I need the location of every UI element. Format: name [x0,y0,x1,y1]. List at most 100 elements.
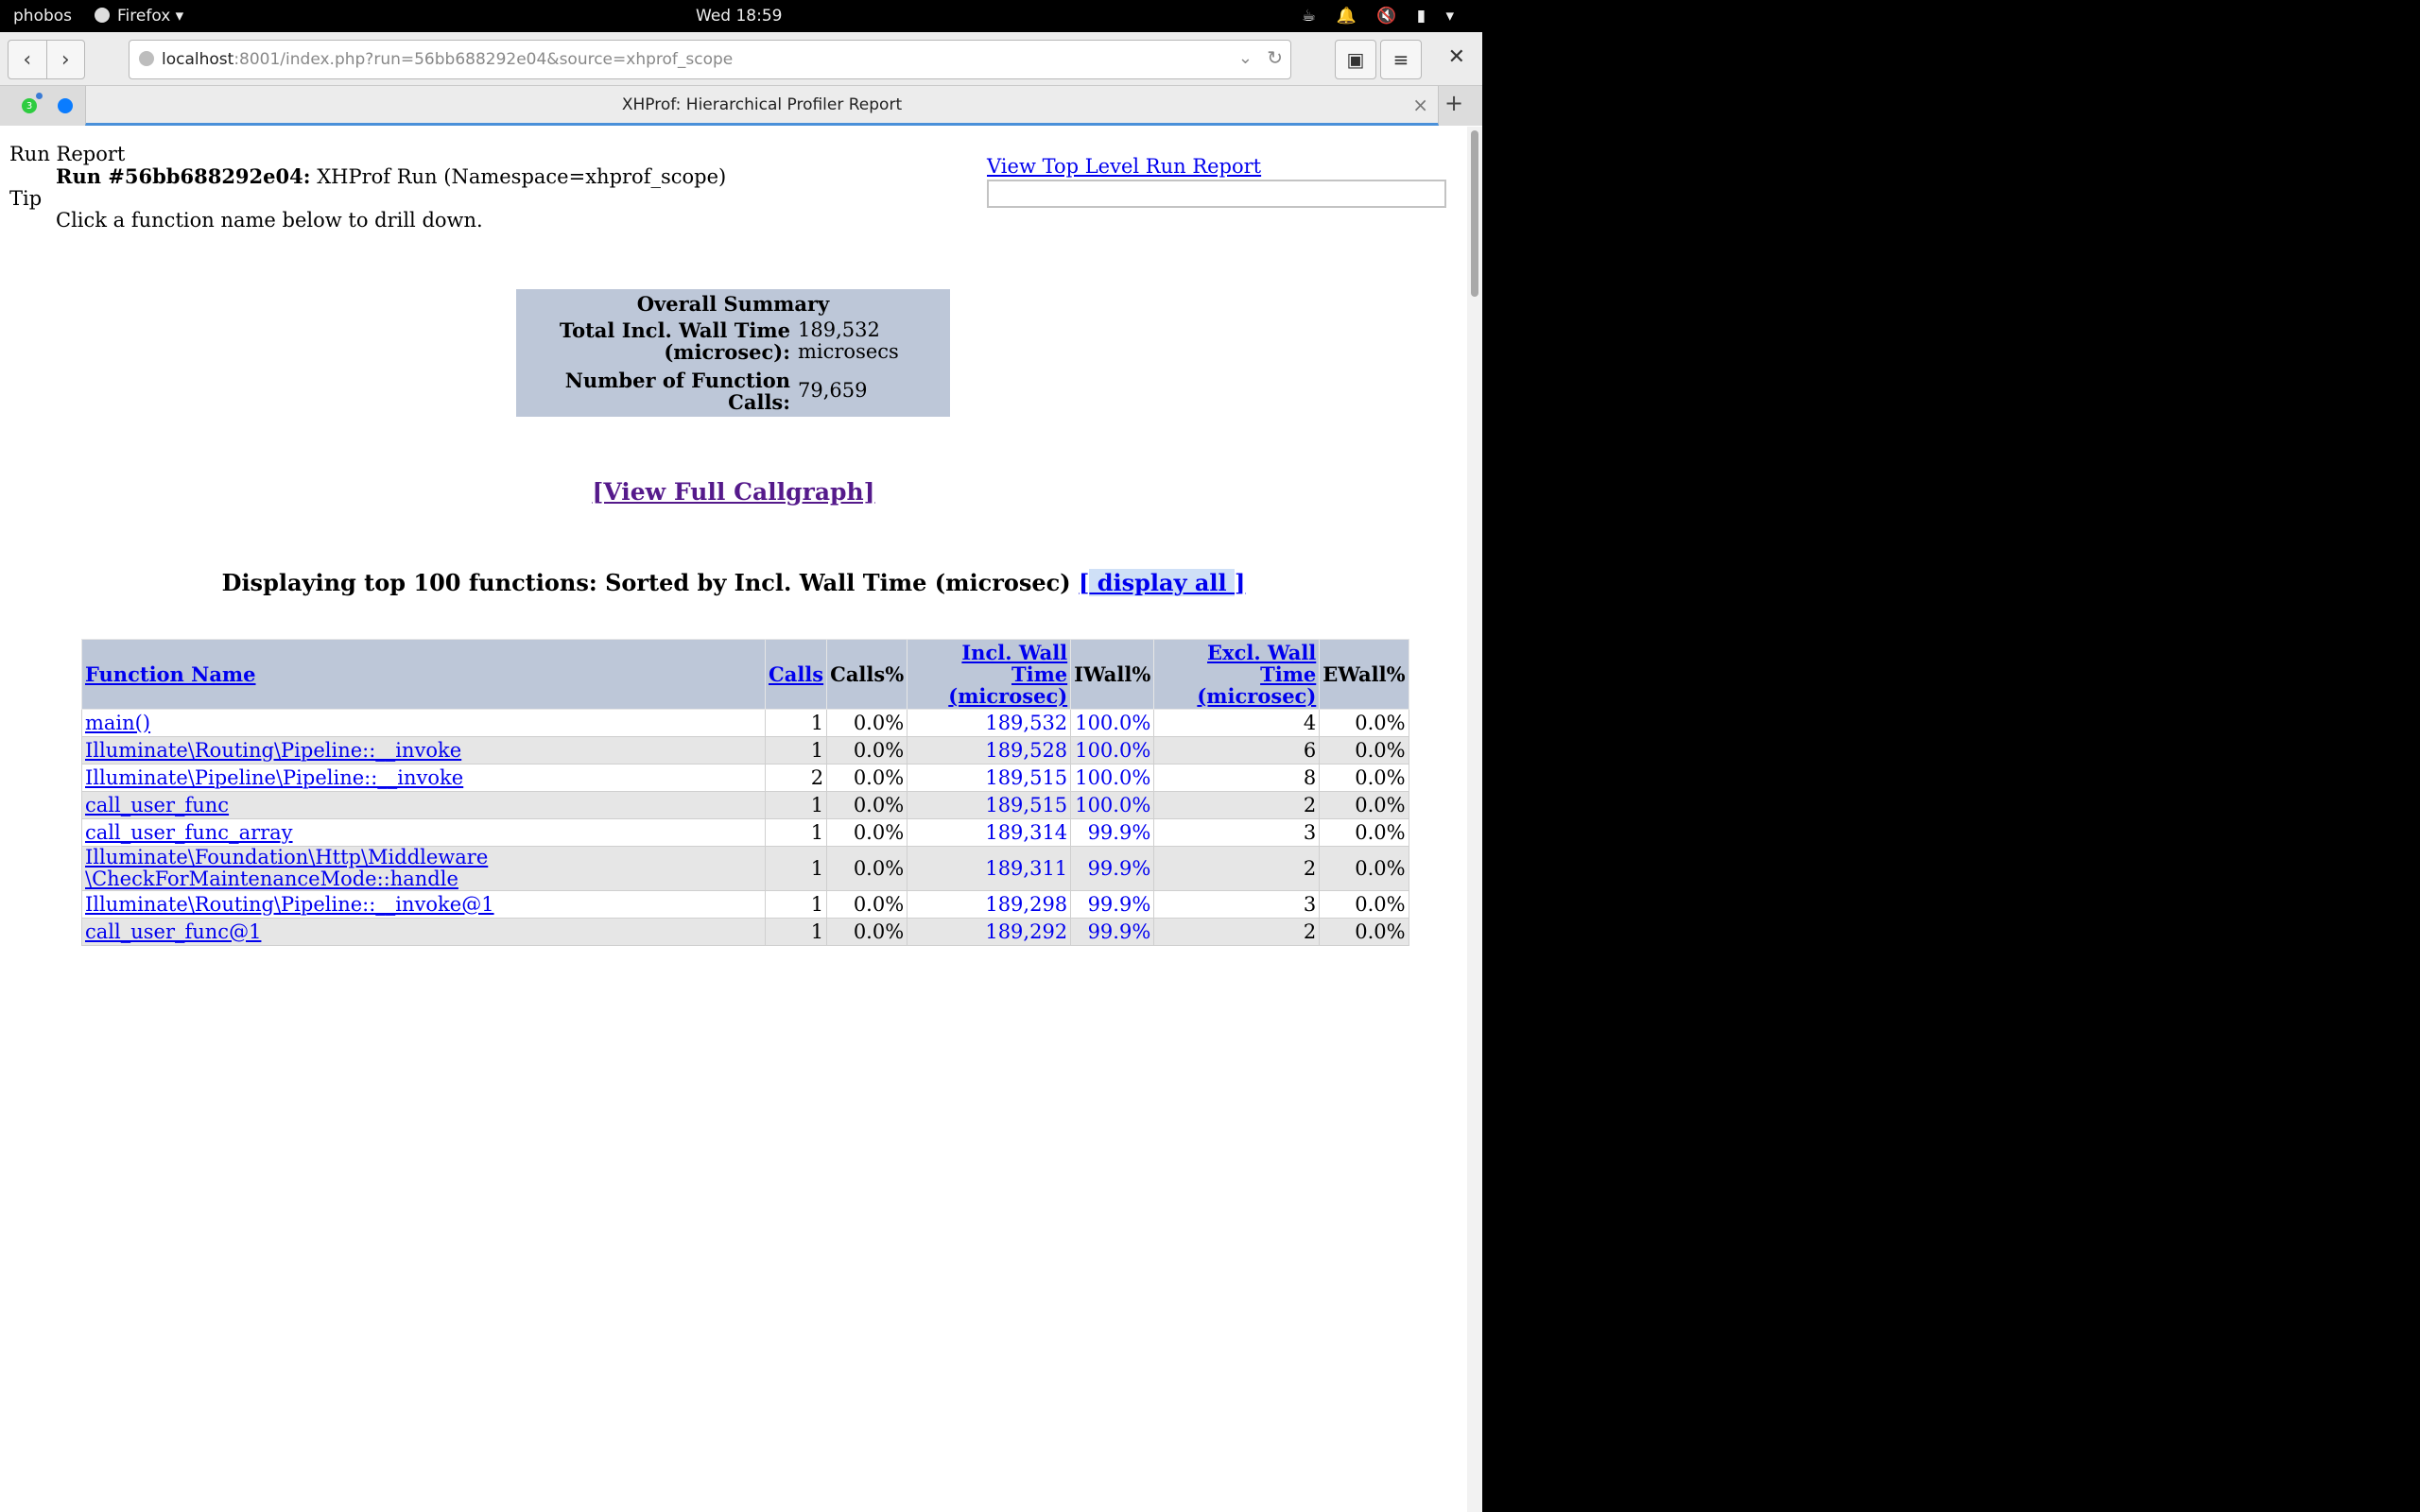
system-tray[interactable]: ☕ 🔔 🔇 ▮ ▾ [1287,7,1454,26]
messenger-icon [58,98,73,113]
battery-icon[interactable]: ▮ [1417,7,1426,26]
excl-wall-time-cell: 6 [1153,736,1321,765]
calls-pct-cell: 0.0% [826,846,908,891]
display-all-text: display all [1089,569,1236,596]
function-link[interactable]: Illuminate\Foundation\Http\Middleware \Ch… [85,846,488,890]
app-menu[interactable]: Firefox ▾ [95,7,183,26]
table-row: Illuminate\Pipeline\Pipeline::__invoke 2… [81,764,1409,792]
ewall-pct-cell: 0.0% [1319,846,1409,891]
url-text[interactable]: localhost:8001/index.php?run=56bb688292e… [162,50,733,69]
display-heading-text: Displaying top 100 functions: Sorted by … [221,569,1071,596]
system-top-bar: phobos Firefox ▾ Wed 18:59 ☕ 🔔 🔇 ▮ ▾ [0,0,1482,32]
function-link[interactable]: main() [85,712,150,734]
function-name-cell[interactable]: Illuminate\Routing\Pipeline::__invoke [81,736,766,765]
run-report-label: Run Report [9,143,126,165]
function-link[interactable]: Illuminate\Routing\Pipeline::__invoke@1 [85,893,494,916]
sort-incl-wall-time-link[interactable]: Incl. Wall Time (microsec) [910,642,1067,707]
function-link[interactable]: Illuminate\Routing\Pipeline::__invoke [85,739,461,762]
function-name-cell[interactable]: call_user_func [81,791,766,819]
function-name-cell[interactable]: Illuminate\Routing\Pipeline::__invoke@1 [81,890,766,919]
tab-xhprof-report[interactable]: XHProf: Hierarchical Profiler Report × [85,86,1439,126]
back-button[interactable]: ‹ [9,41,47,78]
function-search-input[interactable] [987,180,1446,208]
close-tab-icon[interactable]: × [1412,94,1428,116]
tab-title: XHProf: Hierarchical Profiler Report [621,95,903,114]
coffee-cup-icon[interactable]: ☕ [1302,7,1316,26]
pinned-tab-messenger[interactable] [51,92,79,120]
ewall-pct-cell: 0.0% [1319,791,1409,819]
scrollbar-thumb[interactable] [1471,130,1478,297]
tip-text: Click a function name below to drill dow… [56,209,483,232]
calls-cell: 1 [764,791,828,819]
ewall-pct-cell: 0.0% [1319,709,1409,737]
pocket-button[interactable]: ▣ [1335,40,1376,79]
incl-header-line1: Incl. Wall Time [961,641,1068,686]
calls-cell: 1 [764,890,828,919]
function-name-cell[interactable]: Illuminate\Foundation\Http\Middleware \Ch… [81,846,766,891]
calls-pct-cell: 0.0% [826,890,908,919]
chevron-down-icon[interactable]: ▾ [1445,7,1454,26]
ewall-pct-cell: 0.0% [1319,918,1409,946]
new-tab-button[interactable]: + [1444,90,1463,116]
function-name-cell[interactable]: main() [81,709,766,737]
function-name-cell[interactable]: call_user_func@1 [81,918,766,946]
pinned-tab-whatsapp[interactable]: 3 [15,92,43,120]
display-all-link[interactable]: [ display all ] [1079,569,1245,596]
view-full-callgraph-link[interactable]: [View Full Callgraph] [592,478,874,506]
excl-wall-time-cell: 2 [1153,791,1321,819]
activities-button[interactable]: phobos [13,7,72,26]
iwall-pct-cell: 100.0% [1070,709,1155,737]
iwall-pct-cell: 99.9% [1070,846,1155,891]
function-link[interactable]: call_user_func@1 [85,920,261,943]
notification-icon[interactable]: 🔔 [1337,7,1357,26]
col-function-name[interactable]: Function Name [81,639,766,710]
calls-cell: 1 [764,846,828,891]
incl-wall-time-cell: 189,314 [907,818,1072,847]
function-link[interactable]: call_user_func [85,794,229,816]
ewall-pct-cell: 0.0% [1319,890,1409,919]
forward-button[interactable]: › [47,41,85,78]
col-incl-wall-time[interactable]: Incl. Wall Time (microsec) [907,639,1072,710]
clock[interactable]: Wed 18:59 [696,7,782,26]
excl-wall-time-cell: 3 [1153,818,1321,847]
function-link[interactable]: Illuminate\Pipeline\Pipeline::__invoke [85,766,463,789]
url-history-dropdown-icon[interactable]: ⌄ [1238,48,1253,68]
table-row: call_user_func 1 0.0% 189,515 100.0% 2 0… [81,791,1409,819]
whatsapp-icon: 3 [22,93,43,113]
close-window-icon[interactable]: ✕ [1448,45,1465,69]
reload-icon[interactable]: ↻ [1267,46,1283,69]
volume-muted-icon[interactable]: 🔇 [1376,7,1396,26]
function-name-cell[interactable]: call_user_func_array [81,818,766,847]
incl-wall-time-cell: 189,515 [907,791,1072,819]
ewall-pct-cell: 0.0% [1319,736,1409,765]
address-bar[interactable]: localhost:8001/index.php?run=56bb688292e… [129,40,1291,79]
function-link[interactable]: call_user_func_array [85,821,293,844]
calls-cell: 1 [764,818,828,847]
incl-wall-time-cell: 189,298 [907,890,1072,919]
iwall-pct-cell: 100.0% [1070,791,1155,819]
run-description: XHProf Run (Namespace=xhprof_scope) [317,165,727,188]
calls-cell: 1 [764,709,828,737]
url-host: localhost [162,50,234,69]
sort-excl-wall-time-link[interactable]: Excl. Wall Time (microsec) [1157,642,1316,707]
overall-summary-box: Overall Summary Total Incl. Wall Time (mi… [516,289,950,417]
calls-pct-cell: 0.0% [826,736,908,765]
iwall-pct-cell: 100.0% [1070,764,1155,792]
view-top-level-run-report-link[interactable]: View Top Level Run Report [987,155,1261,178]
function-name-cell[interactable]: Illuminate\Pipeline\Pipeline::__invoke [81,764,766,792]
calls-cell: 2 [764,764,828,792]
sort-calls-link[interactable]: Calls [769,662,823,686]
menu-button[interactable]: ≡ [1380,40,1422,79]
browser-toolbar: ‹ › localhost:8001/index.php?run=56bb688… [0,32,1482,86]
function-name-line2: \CheckForMaintenanceMode::handle [85,868,458,890]
col-calls[interactable]: Calls [764,639,828,710]
wall-time-label: Total Incl. Wall Time (microsec): [516,319,790,363]
ewall-pct-cell: 0.0% [1319,764,1409,792]
page-scrollbar[interactable] [1467,127,1482,1512]
unread-dot [36,93,43,99]
excl-wall-time-cell: 2 [1153,846,1321,891]
sort-function-name-link[interactable]: Function Name [85,662,256,686]
col-excl-wall-time[interactable]: Excl. Wall Time (microsec) [1153,639,1321,710]
table-row: Illuminate\Routing\Pipeline::__invoke@1 … [81,890,1409,919]
table-row: Illuminate\Foundation\Http\Middleware \Ch… [81,846,1409,891]
